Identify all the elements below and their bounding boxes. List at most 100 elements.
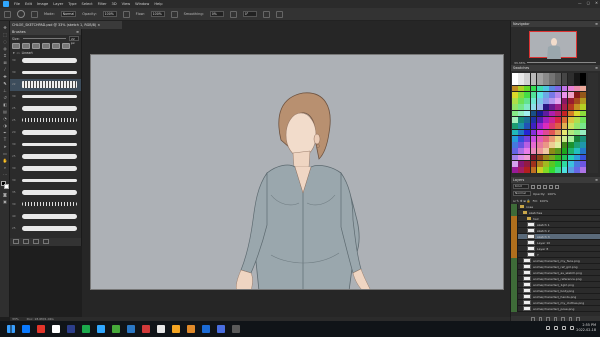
gradient-tool-icon[interactable]: ▤ xyxy=(2,109,8,114)
menu-image[interactable]: Image xyxy=(37,2,48,6)
color-swatch[interactable] xyxy=(530,104,537,111)
navigator-zoom-value[interactable]: 33.33% xyxy=(514,61,525,65)
maximize-icon[interactable]: ▢ xyxy=(587,1,590,5)
color-swatch[interactable] xyxy=(543,123,549,130)
color-swatch[interactable] xyxy=(543,85,549,92)
color-swatch[interactable] xyxy=(524,104,531,111)
color-swatch[interactable] xyxy=(518,148,524,155)
opacity-field[interactable]: 100% xyxy=(102,11,117,17)
brush-preset[interactable]: 35 xyxy=(10,187,81,199)
color-swatch[interactable] xyxy=(530,98,537,104)
brush-preset[interactable]: 30 xyxy=(10,67,81,79)
color-swatch[interactable] xyxy=(530,85,537,92)
color-swatch[interactable] xyxy=(567,123,574,130)
recent-brush[interactable] xyxy=(42,43,50,49)
color-swatch[interactable] xyxy=(574,79,580,86)
taskbar-app-icon[interactable] xyxy=(157,325,165,333)
color-swatch[interactable] xyxy=(543,79,549,86)
color-swatch[interactable] xyxy=(567,91,574,98)
color-swatch[interactable] xyxy=(536,73,543,79)
color-swatch[interactable] xyxy=(561,135,568,142)
color-swatch[interactable] xyxy=(549,135,555,142)
color-swatch[interactable] xyxy=(561,148,568,155)
brush-preset[interactable]: 25 xyxy=(10,223,81,235)
color-swatch[interactable] xyxy=(512,91,518,98)
volume-icon[interactable] xyxy=(562,326,566,330)
layer-fill-value[interactable]: 100% xyxy=(540,199,549,203)
dodge-tool-icon[interactable]: ◑ xyxy=(2,123,8,128)
filter-smart-icon[interactable] xyxy=(555,184,559,189)
brush-preset[interactable]: 30 xyxy=(10,163,81,175)
color-swatch[interactable] xyxy=(536,148,543,155)
taskbar-app-icon[interactable] xyxy=(82,325,90,333)
color-swatch[interactable] xyxy=(512,79,518,86)
color-swatch[interactable] xyxy=(555,79,562,86)
brush-size-slider[interactable] xyxy=(22,38,66,39)
brush-preset[interactable]: 25 xyxy=(10,151,81,163)
color-swatch[interactable] xyxy=(543,110,549,117)
menu-file[interactable]: File xyxy=(14,2,20,6)
color-swatch[interactable] xyxy=(512,116,518,123)
hand-tool-icon[interactable]: ✋ xyxy=(2,158,8,163)
color-swatch[interactable] xyxy=(518,135,524,142)
color-swatch[interactable] xyxy=(561,154,568,161)
color-swatch[interactable] xyxy=(524,148,531,155)
eraser-tool-icon[interactable]: ◧ xyxy=(2,102,8,107)
color-swatch[interactable] xyxy=(580,79,586,86)
brush-preset[interactable]: 25 xyxy=(10,115,81,127)
color-swatch[interactable] xyxy=(524,167,531,173)
menu-edit[interactable]: Edit xyxy=(25,2,32,6)
taskbar-app-icon[interactable] xyxy=(142,325,150,333)
color-swatch[interactable] xyxy=(574,104,580,111)
menu-layer[interactable]: Layer xyxy=(53,2,63,6)
clock[interactable]: 2:55 PM 2022-02-18 xyxy=(576,323,596,333)
color-swatch[interactable] xyxy=(567,85,574,92)
color-swatch[interactable] xyxy=(574,160,580,167)
color-swatch[interactable] xyxy=(518,91,524,98)
color-swatch[interactable] xyxy=(549,79,555,86)
color-swatch[interactable] xyxy=(561,142,568,148)
color-swatch[interactable] xyxy=(561,98,568,104)
color-swatch[interactable] xyxy=(549,123,555,130)
color-swatch[interactable] xyxy=(549,129,555,136)
color-swatch[interactable] xyxy=(561,129,568,136)
color-swatch[interactable] xyxy=(574,129,580,136)
brush-preset[interactable]: 22 xyxy=(10,79,81,91)
color-swatch[interactable] xyxy=(574,91,580,98)
color-swatch[interactable] xyxy=(518,110,524,117)
color-swatch[interactable] xyxy=(524,116,531,123)
color-swatch[interactable] xyxy=(543,73,549,79)
color-swatch[interactable] xyxy=(567,160,574,167)
color-swatch[interactable] xyxy=(567,104,574,111)
color-swatch[interactable] xyxy=(567,135,574,142)
color-swatch[interactable] xyxy=(536,85,543,92)
pen-tool-icon[interactable]: ✒ xyxy=(2,130,8,135)
color-swatch[interactable] xyxy=(555,167,562,173)
panel-menu-icon[interactable]: ≡ xyxy=(76,30,79,34)
visibility-eye-icon[interactable] xyxy=(511,305,518,312)
color-swatch[interactable] xyxy=(555,142,562,148)
color-swatch[interactable] xyxy=(555,104,562,111)
color-swatch[interactable] xyxy=(524,91,531,98)
color-swatch[interactable] xyxy=(512,110,518,117)
healing-brush-icon[interactable]: ✚ xyxy=(2,74,8,79)
mode-select[interactable]: Normal xyxy=(60,11,77,17)
zoom-tool-icon[interactable]: ⌕ xyxy=(2,165,8,170)
color-swatch[interactable] xyxy=(549,142,555,148)
smoothing-options-icon[interactable] xyxy=(229,10,237,18)
color-swatch[interactable] xyxy=(524,98,531,104)
brush-preset[interactable]: 25 xyxy=(10,103,81,115)
home-icon[interactable] xyxy=(4,10,11,18)
menu-view[interactable]: View xyxy=(122,2,131,6)
color-swatch[interactable] xyxy=(530,142,537,148)
navigator-preview[interactable] xyxy=(529,31,577,59)
color-swatch[interactable] xyxy=(549,154,555,161)
layer-row[interactable]: anime(character)_pose.png xyxy=(511,305,600,312)
color-swatch[interactable] xyxy=(567,148,574,155)
color-swatch[interactable] xyxy=(555,98,562,104)
minimize-icon[interactable]: — xyxy=(578,1,582,5)
color-swatch[interactable] xyxy=(518,73,524,79)
filter-shape-icon[interactable] xyxy=(549,184,553,189)
history-brush-icon[interactable]: ↺ xyxy=(2,95,8,100)
color-swatch[interactable] xyxy=(524,123,531,130)
